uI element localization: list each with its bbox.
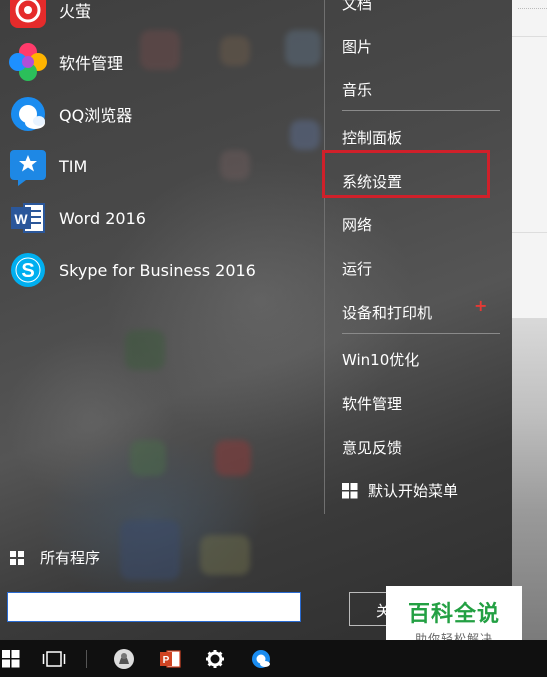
photo-viewer-icon [114, 648, 134, 669]
menu-item-control-panel[interactable]: 控制面板 [342, 127, 402, 148]
taskbar-separator [86, 650, 87, 668]
app-item-software-manager[interactable]: 软件管理 [8, 40, 308, 84]
gear-icon [206, 649, 224, 668]
start-button[interactable] [0, 640, 22, 677]
app-label: 火萤 [59, 2, 92, 21]
svg-text:W: W [14, 211, 28, 227]
qq-browser-icon [252, 649, 270, 668]
menu-item-software-manager[interactable]: 软件管理 [342, 393, 402, 414]
taskbar-qq-browser[interactable] [245, 640, 277, 677]
blurred-tile [120, 520, 180, 580]
desktop-window-background [512, 0, 547, 640]
skype-icon: S [8, 250, 48, 290]
taskbar: P [0, 640, 547, 677]
app-label: Skype for Business 2016 [59, 260, 256, 280]
menu-item-run[interactable]: 运行 [342, 258, 372, 279]
taskbar-app-powerpoint[interactable]: P [154, 640, 186, 677]
menu-item-win10-optimize[interactable]: Win10优化 [342, 349, 419, 370]
app-item-tim[interactable]: TIM [8, 144, 308, 188]
right-menu-column: 文档 图片 音乐 控制面板 系统设置 网络 运行 设备和打印机 + Win10优… [324, 0, 514, 514]
all-programs-label: 所有程序 [40, 549, 101, 567]
taskbar-app-photo[interactable] [108, 640, 140, 677]
app-label: 软件管理 [59, 54, 124, 73]
taskbar-settings[interactable] [199, 640, 231, 677]
tim-icon [8, 146, 48, 186]
huoying-icon [8, 0, 48, 30]
windows-logo-icon [342, 482, 358, 498]
powerpoint-icon: P [160, 649, 181, 668]
window-border [512, 232, 547, 233]
svg-text:S: S [21, 260, 34, 282]
app-label: Word 2016 [59, 208, 146, 228]
menu-separator [342, 110, 500, 111]
blurred-tile [215, 440, 251, 476]
software-manager-icon [8, 42, 48, 82]
menu-item-network[interactable]: 网络 [342, 214, 372, 235]
svg-text:P: P [163, 655, 170, 666]
menu-item-devices-printers[interactable]: 设备和打印机 [342, 302, 432, 323]
search-input[interactable] [7, 592, 301, 622]
app-label: QQ浏览器 [59, 106, 133, 125]
window-border [518, 8, 547, 9]
word-icon: W [8, 198, 48, 238]
blurred-tile [125, 330, 165, 370]
blurred-tile [130, 440, 166, 476]
all-programs-icon [10, 550, 24, 565]
menu-item-feedback[interactable]: 意见反馈 [342, 437, 402, 458]
app-label: TIM [59, 156, 88, 176]
qq-browser-icon [8, 94, 48, 134]
watermark-title: 百科全说 [407, 602, 500, 627]
menu-item-documents[interactable]: 文档 [342, 0, 372, 14]
app-item-huoying[interactable]: 火萤 [8, 0, 308, 32]
app-item-qq-browser[interactable]: QQ浏览器 [8, 92, 308, 136]
highlight-annotation [322, 150, 490, 198]
window-border [512, 36, 547, 37]
menu-item-label: 默认开始菜单 [368, 482, 459, 500]
app-item-word[interactable]: W Word 2016 [8, 196, 308, 240]
menu-separator [342, 333, 500, 334]
app-item-skype[interactable]: S Skype for Business 2016 [8, 248, 308, 292]
windows-start-icon [2, 649, 20, 667]
new-badge-icon: + [474, 296, 488, 315]
menu-item-music[interactable]: 音乐 [342, 79, 372, 100]
blurred-tile [200, 535, 250, 575]
menu-item-default-start-menu[interactable]: 默认开始菜单 [342, 480, 458, 501]
all-programs-button[interactable]: 所有程序 [10, 547, 100, 568]
task-view-icon [42, 650, 66, 667]
task-view-button[interactable] [38, 640, 70, 677]
menu-item-pictures[interactable]: 图片 [342, 36, 372, 57]
